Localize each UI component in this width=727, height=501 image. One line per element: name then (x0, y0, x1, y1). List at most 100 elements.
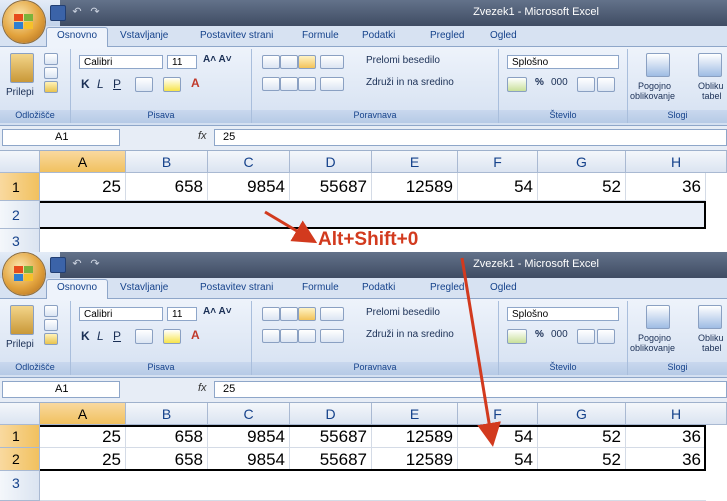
undo-icon[interactable]: ↶ (70, 257, 84, 271)
cell-e1[interactable]: 12589 (372, 425, 458, 448)
cell-g1[interactable]: 52 (538, 425, 626, 448)
indent-icon[interactable] (320, 329, 344, 343)
copy-icon[interactable] (44, 319, 58, 331)
cell-g2[interactable]: 52 (538, 448, 626, 471)
comma-style-button[interactable]: 000 (551, 329, 568, 340)
wrap-text-button[interactable]: Prelomi besedilo (366, 55, 440, 66)
column-header-d[interactable]: D (290, 151, 372, 173)
indent-icon[interactable] (320, 77, 344, 91)
formula-input[interactable]: 25 (214, 129, 727, 146)
paste-button[interactable]: Prilepi (6, 87, 34, 98)
accounting-format-icon[interactable] (507, 329, 527, 344)
font-name-select[interactable]: Calibri (79, 55, 163, 69)
font-size-select[interactable]: 11 (167, 55, 197, 69)
name-box[interactable]: A1 (2, 381, 120, 398)
align-right-icon[interactable] (298, 77, 316, 91)
column-header-b[interactable]: B (126, 403, 208, 425)
format-as-table-label[interactable]: Obliku (698, 333, 724, 343)
select-all-corner[interactable] (0, 151, 40, 173)
align-middle-icon[interactable] (280, 307, 298, 321)
row-header-2[interactable]: 2 (0, 201, 40, 229)
row-header-1[interactable]: 1 (0, 173, 40, 201)
merge-center-button[interactable]: Združi in na sredino (366, 329, 454, 340)
undo-icon[interactable]: ↶ (70, 5, 84, 19)
cell-h1[interactable]: 36 (626, 425, 706, 448)
cell-g1[interactable]: 52 (538, 173, 626, 201)
selected-range-row2[interactable] (40, 201, 706, 229)
font-name-select[interactable]: Calibri (79, 307, 163, 321)
borders-icon[interactable] (135, 329, 153, 344)
column-header-f[interactable]: F (458, 403, 538, 425)
fill-color-icon[interactable] (163, 77, 181, 92)
paste-icon[interactable] (10, 53, 34, 83)
format-as-table-icon[interactable] (698, 305, 722, 329)
select-all-corner[interactable] (0, 403, 40, 425)
column-header-b[interactable]: B (126, 151, 208, 173)
save-icon[interactable] (50, 5, 66, 21)
row-3-cells[interactable] (40, 471, 706, 501)
redo-icon[interactable]: ↷ (88, 257, 102, 271)
tab-vstavljanje[interactable]: Vstavljanje (120, 30, 168, 41)
comma-style-button[interactable]: 000 (551, 77, 568, 88)
cell-b1[interactable]: 658 (126, 173, 208, 201)
conditional-formatting-label-2[interactable]: oblikovanje (630, 343, 675, 353)
paste-button[interactable]: Prilepi (6, 339, 34, 350)
tab-osnovno[interactable]: Osnovno (46, 27, 109, 49)
copy-icon[interactable] (44, 67, 58, 79)
cell-h1[interactable]: 36 (626, 173, 706, 201)
format-as-table-label-2[interactable]: tabel (702, 91, 722, 101)
increase-decimal-icon[interactable] (577, 329, 595, 344)
borders-icon[interactable] (135, 77, 153, 92)
increase-decimal-icon[interactable] (577, 77, 595, 92)
align-center-icon[interactable] (280, 77, 298, 91)
column-header-e[interactable]: E (372, 151, 458, 173)
tab-formule[interactable]: Formule (302, 282, 339, 293)
cell-e1[interactable]: 12589 (372, 173, 458, 201)
cut-icon[interactable] (44, 305, 58, 317)
office-button-after[interactable] (3, 253, 45, 295)
format-as-table-label-2[interactable]: tabel (702, 343, 722, 353)
bold-button[interactable]: K (81, 77, 90, 91)
tab-podatki[interactable]: Podatki (362, 282, 395, 293)
fill-color-icon[interactable] (163, 329, 181, 344)
italic-button[interactable]: L (97, 77, 104, 91)
cell-d1[interactable]: 55687 (290, 425, 372, 448)
column-header-d[interactable]: D (290, 403, 372, 425)
format-as-table-label[interactable]: Obliku (698, 81, 724, 91)
column-header-a[interactable]: A (40, 151, 126, 173)
conditional-formatting-label[interactable]: Pogojno (638, 81, 671, 91)
column-header-g[interactable]: G (538, 403, 626, 425)
cell-d1[interactable]: 55687 (290, 173, 372, 201)
decrease-decimal-icon[interactable] (597, 329, 615, 344)
grow-font-icon[interactable]: A˄ A˅ (203, 54, 232, 65)
tab-podatki[interactable]: Podatki (362, 30, 395, 41)
align-left-icon[interactable] (262, 329, 280, 343)
conditional-formatting-icon[interactable] (646, 53, 670, 77)
italic-button[interactable]: L (97, 329, 104, 343)
tab-ogled[interactable]: Ogled (490, 30, 517, 41)
cell-a1[interactable]: 25 (40, 173, 126, 201)
align-bottom-icon[interactable] (298, 55, 316, 69)
underline-button[interactable]: P (113, 77, 121, 91)
tab-postavitev-strani[interactable]: Postavitev strani (200, 30, 273, 41)
column-header-c[interactable]: C (208, 403, 290, 425)
fx-icon[interactable]: fx (198, 382, 207, 394)
formula-input[interactable]: 25 (214, 381, 727, 398)
format-painter-icon[interactable] (44, 81, 58, 93)
conditional-formatting-label[interactable]: Pogojno (638, 333, 671, 343)
column-header-f[interactable]: F (458, 151, 538, 173)
paste-icon[interactable] (10, 305, 34, 335)
tab-osnovno[interactable]: Osnovno (46, 279, 109, 301)
align-bottom-icon[interactable] (298, 307, 316, 321)
font-color-icon[interactable]: A (191, 76, 200, 90)
wrap-text-button[interactable]: Prelomi besedilo (366, 307, 440, 318)
cell-b2[interactable]: 658 (126, 448, 208, 471)
cell-a2[interactable]: 25 (40, 448, 126, 471)
align-left-icon[interactable] (262, 77, 280, 91)
number-format-select[interactable]: Splošno (507, 55, 619, 69)
cell-d2[interactable]: 55687 (290, 448, 372, 471)
font-size-select[interactable]: 11 (167, 307, 197, 321)
column-header-a[interactable]: A (40, 403, 126, 425)
tab-pregled[interactable]: Pregled (430, 282, 464, 293)
column-header-g[interactable]: G (538, 151, 626, 173)
